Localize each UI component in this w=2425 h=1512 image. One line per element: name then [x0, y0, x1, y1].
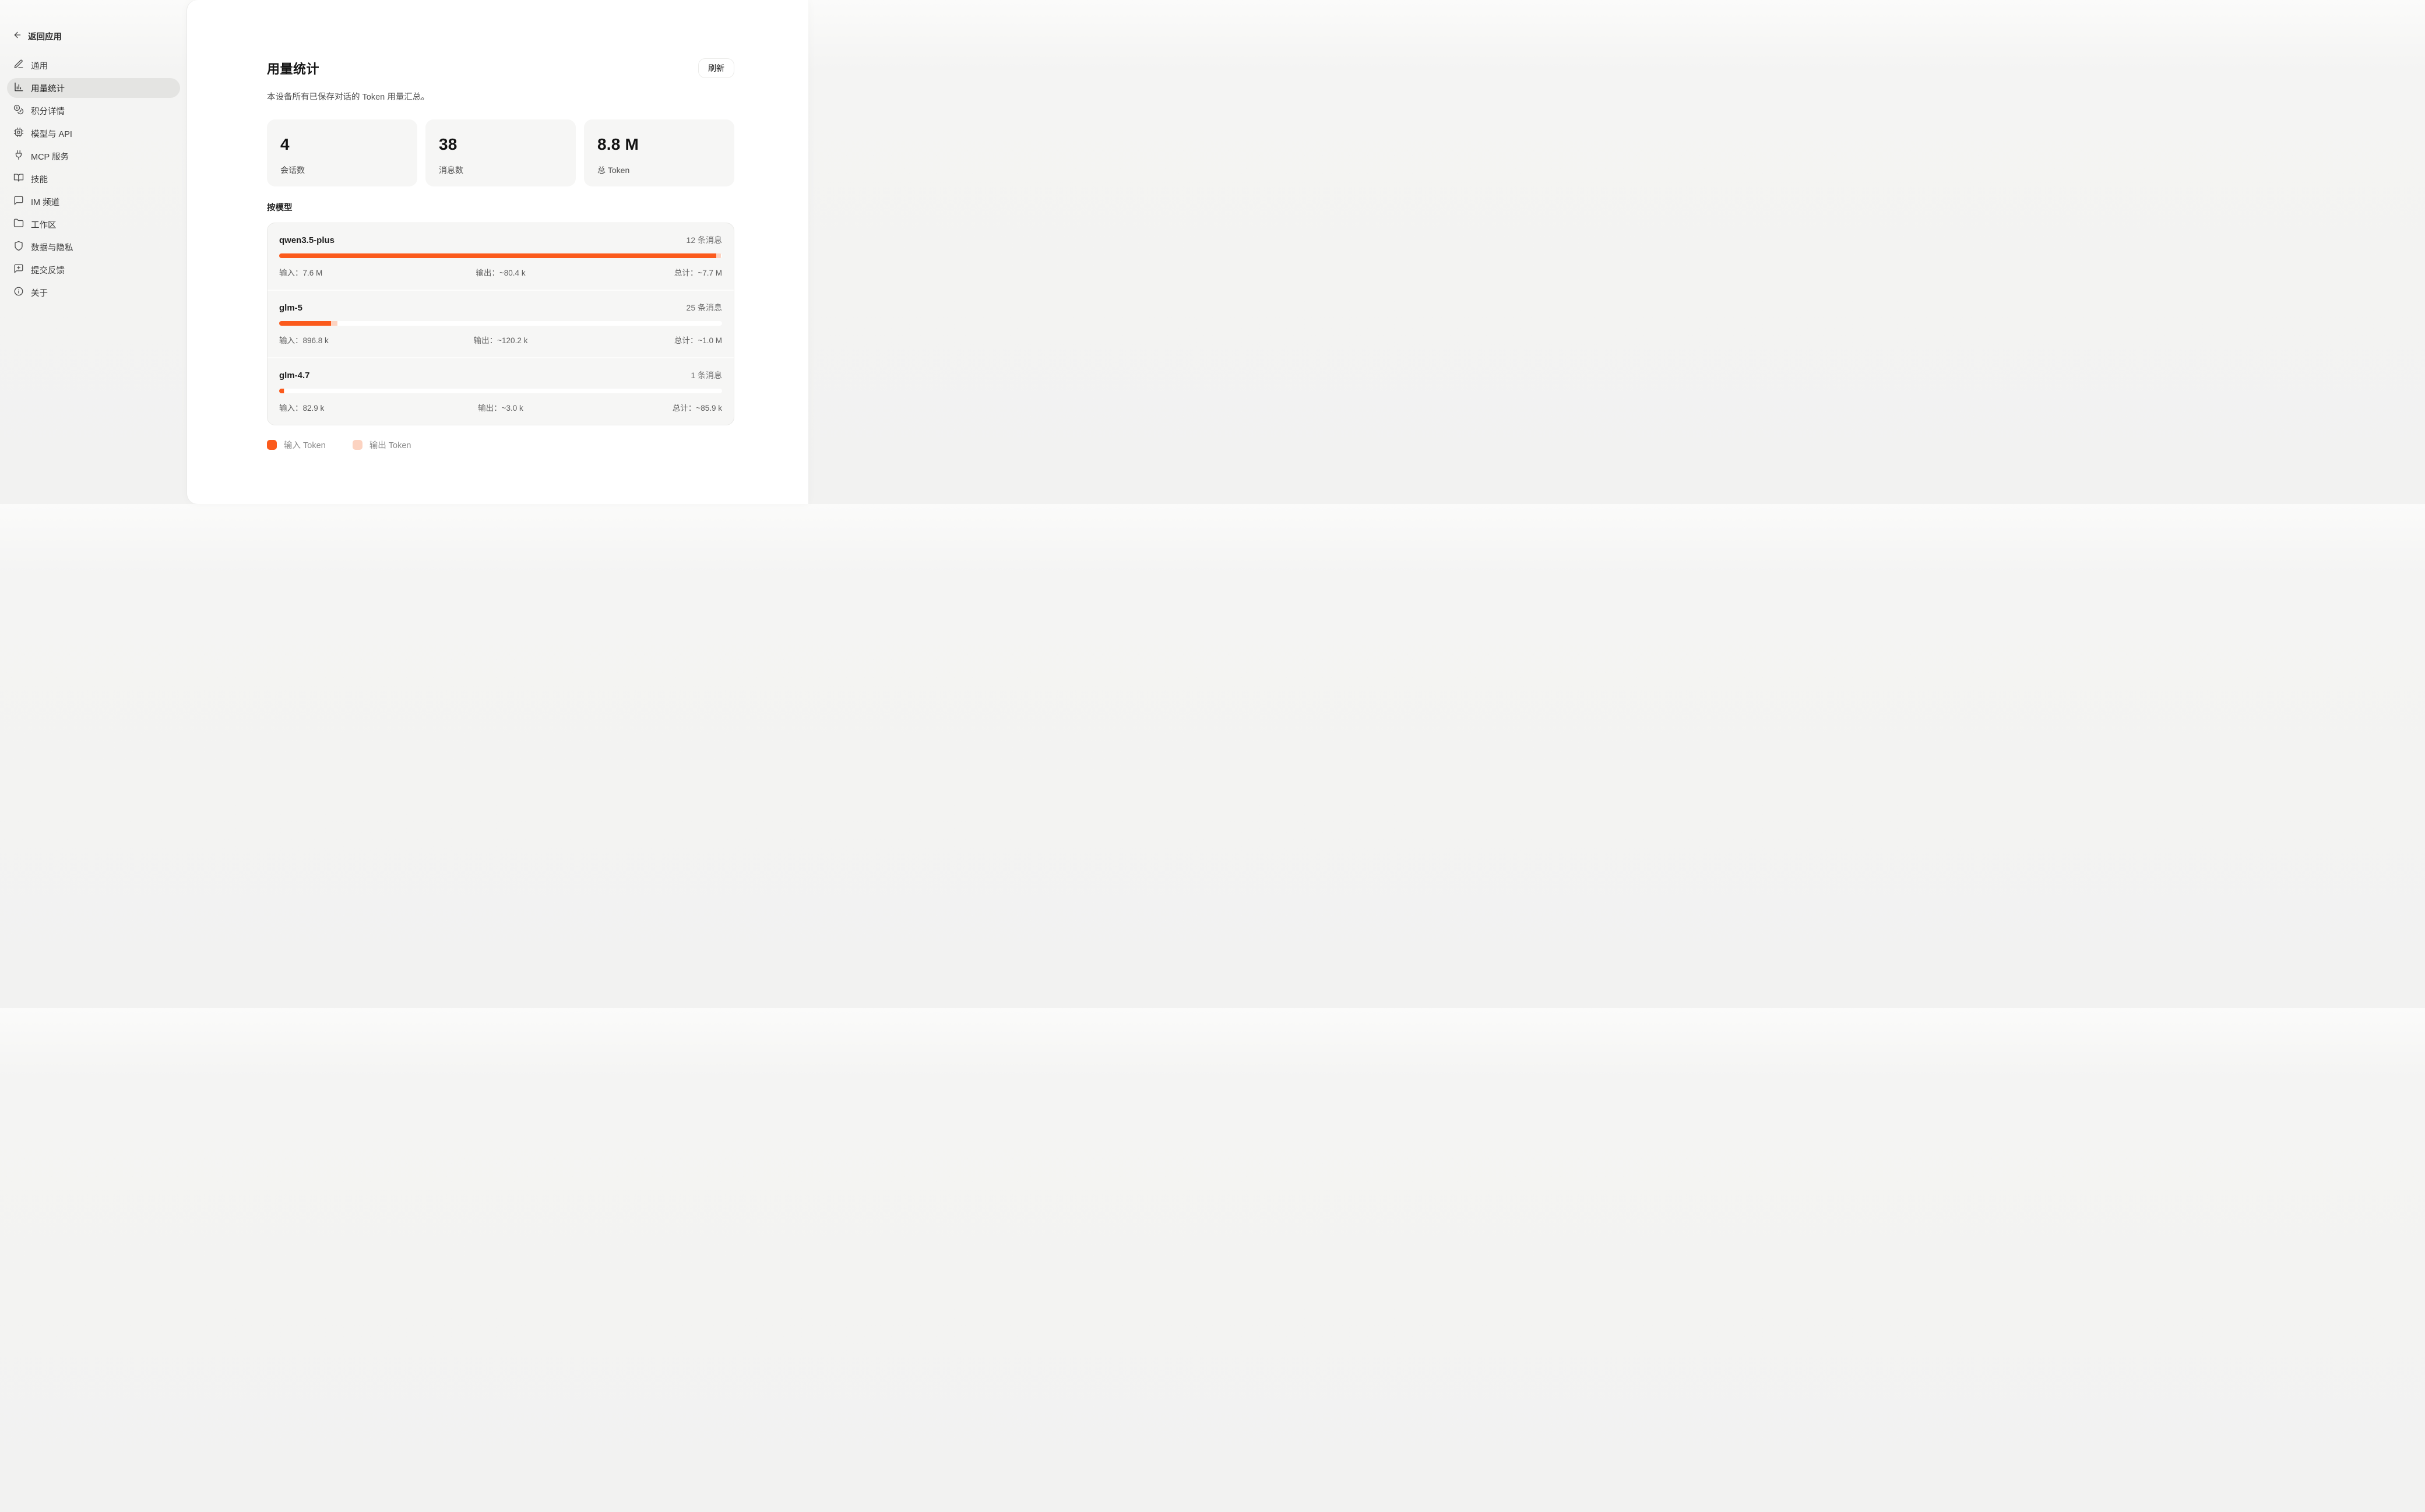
refresh-button[interactable]: 刷新 [698, 58, 734, 78]
total-stat: 总计：~85.9 k [575, 401, 722, 413]
output-token-segment [331, 321, 338, 326]
stat-card: 8.8 M 总 Token [584, 119, 734, 186]
model-name: qwen3.5-plus [279, 235, 335, 245]
token-usage-bar [279, 253, 722, 258]
stat-label: 消息数 [439, 164, 562, 176]
sidebar-item-label: 技能 [31, 173, 48, 185]
stat-value: 8.8 M [597, 135, 721, 154]
total-stat: 总计：~7.7 M [575, 266, 722, 278]
folder-icon [13, 218, 24, 231]
input-token-segment [279, 389, 284, 393]
legend-swatch [267, 440, 277, 450]
legend-label: 输出 Token [369, 439, 411, 451]
model-name: glm-5 [279, 303, 302, 313]
stat-label: 总 Token [597, 164, 721, 176]
sidebar-item-book-open[interactable]: 技能 [7, 169, 180, 189]
sidebar-item-label: MCP 服务 [31, 150, 69, 163]
sidebar-item-shield[interactable]: 数据与隐私 [7, 237, 180, 257]
info-icon [13, 286, 24, 299]
chip-icon [13, 127, 24, 140]
sidebar-item-pencil[interactable]: 通用 [7, 55, 180, 75]
sidebar-item-label: IM 频道 [31, 196, 59, 208]
back-to-app-button[interactable]: 返回应用 [7, 30, 180, 43]
input-stat: 输入：7.6 M [279, 266, 427, 278]
sidebar-item-message[interactable]: IM 频道 [7, 192, 180, 212]
input-stat: 输入：82.9 k [279, 401, 427, 413]
sidebar-item-label: 数据与隐私 [31, 241, 73, 253]
input-token-segment [279, 253, 716, 258]
output-stat: 输出：~120.2 k [427, 334, 574, 346]
sidebar-item-coins[interactable]: 积分详情 [7, 101, 180, 121]
sidebar-item-label: 关于 [31, 287, 48, 299]
stat-value: 38 [439, 135, 562, 154]
legend-item: 输出 Token [353, 439, 411, 451]
sidebar-item-label: 用量统计 [31, 82, 65, 94]
model-message-count: 1 条消息 [691, 369, 722, 381]
main-panel: 用量统计 刷新 本设备所有已保存对话的 Token 用量汇总。 4 会话数 38 消息… [187, 0, 808, 504]
sidebar-item-plug[interactable]: MCP 服务 [7, 146, 180, 166]
token-usage-bar [279, 321, 722, 326]
stat-card: 38 消息数 [425, 119, 576, 186]
sidebar-item-label: 提交反馈 [31, 264, 65, 276]
by-model-section-title: 按模型 [267, 201, 734, 213]
total-stat: 总计：~1.0 M [575, 334, 722, 346]
sidebar-item-label: 通用 [31, 59, 48, 72]
message-plus-icon [13, 263, 24, 276]
stat-card: 4 会话数 [267, 119, 417, 186]
settings-sidebar: 返回应用 通用用量统计积分详情模型与 API MCP 服务技能 IM 频道工作区数据… [0, 0, 187, 504]
token-legend: 输入 Token 输出 Token [267, 439, 734, 451]
output-stat: 输出：~80.4 k [427, 266, 574, 278]
sidebar-item-folder[interactable]: 工作区 [7, 214, 180, 234]
message-icon [13, 195, 24, 208]
page-title: 用量统计 [267, 59, 319, 77]
sidebar-item-message-plus[interactable]: 提交反馈 [7, 260, 180, 280]
bar-chart-icon [13, 82, 24, 94]
sidebar-item-bar-chart[interactable]: 用量统计 [7, 78, 180, 98]
stat-cards: 4 会话数 38 消息数 8.8 M 总 Token [267, 119, 734, 186]
stat-value: 4 [280, 135, 404, 154]
plug-icon [13, 150, 24, 163]
model-row: glm-4.7 1 条消息输入：82.9 k输出：~3.0 k总计：~85.9 k [268, 357, 734, 425]
input-token-segment [279, 321, 331, 326]
book-open-icon [13, 172, 24, 185]
model-usage-card: qwen3.5-plus12 条消息输入：7.6 M输出：~80.4 k总计：~… [267, 223, 734, 425]
token-usage-bar [279, 389, 722, 393]
pencil-icon [13, 59, 24, 72]
page-subtitle: 本设备所有已保存对话的 Token 用量汇总。 [267, 90, 734, 103]
legend-label: 输入 Token [284, 439, 326, 451]
model-row: qwen3.5-plus 12 条消息输入：7.6 M输出：~80.4 k总计：~… [268, 223, 734, 290]
sidebar-item-label: 积分详情 [31, 105, 65, 117]
model-row: glm-5 25 条消息输入：896.8 k输出：~120.2 k总计：~1.0 … [268, 290, 734, 357]
model-name: glm-4.7 [279, 371, 310, 380]
output-token-segment [716, 253, 721, 258]
shield-icon [13, 241, 24, 253]
sidebar-item-info[interactable]: 关于 [7, 283, 180, 302]
stat-label: 会话数 [280, 164, 404, 176]
input-stat: 输入：896.8 k [279, 334, 427, 346]
back-label: 返回应用 [28, 30, 62, 43]
output-stat: 输出：~3.0 k [427, 401, 574, 413]
sidebar-item-chip[interactable]: 模型与 API [7, 124, 180, 143]
model-message-count: 25 条消息 [687, 302, 722, 313]
sidebar-nav: 通用用量统计积分详情模型与 API MCP 服务技能 IM 频道工作区数据与隐私提交… [7, 55, 180, 302]
coins-icon [13, 104, 24, 117]
sidebar-item-label: 模型与 API [31, 128, 72, 140]
sidebar-item-label: 工作区 [31, 218, 57, 231]
legend-item: 输入 Token [267, 439, 326, 451]
legend-swatch [353, 440, 362, 450]
model-message-count: 12 条消息 [687, 234, 722, 246]
arrow-left-icon [13, 30, 22, 43]
